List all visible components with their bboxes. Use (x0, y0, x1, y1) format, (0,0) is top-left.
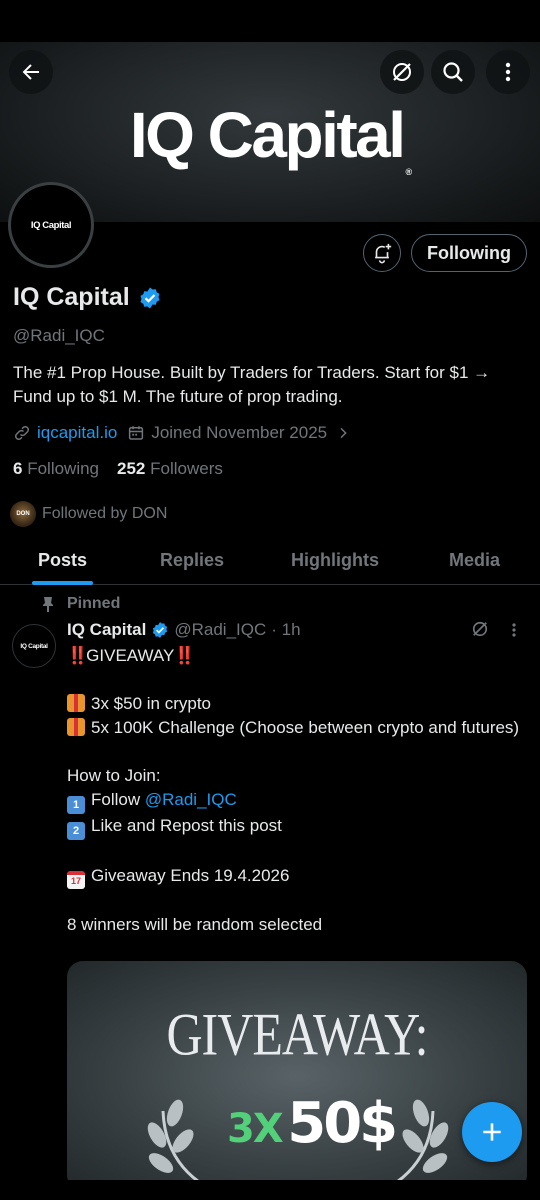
joined-date: Joined November 2025 (151, 423, 328, 442)
more-vertical-icon (512, 623, 516, 637)
search-icon (443, 62, 463, 82)
more-vertical-icon (505, 62, 511, 82)
profile-name: IQ Capital (13, 283, 130, 311)
post-header: IQ Capital @Radi_IQC · 1h (67, 620, 301, 640)
post-step-2: 2 Like and Repost this post (67, 814, 527, 840)
post-howto: How to Join: (67, 766, 161, 785)
media-amount: 3X 50$ (227, 1091, 398, 1156)
follow-counts: 6 Following 252 Followers (13, 459, 223, 479)
gift-icon (67, 718, 85, 736)
mention-link[interactable]: @Radi_IQC (145, 790, 237, 809)
grok-button[interactable] (380, 50, 424, 94)
post-author-avatar[interactable]: IQ Capital (12, 624, 56, 668)
search-button[interactable] (431, 50, 475, 94)
gift-icon (67, 694, 85, 712)
verified-badge-icon[interactable] (138, 286, 162, 310)
calendar-emoji-icon: 17 (67, 871, 85, 889)
active-tab-indicator (32, 581, 93, 585)
post-grok-button[interactable] (470, 619, 490, 644)
status-bar (0, 0, 540, 42)
tab-posts[interactable]: Posts (38, 550, 87, 571)
post-line-1: 3x $50 in crypto (67, 692, 527, 716)
more-options-button[interactable] (486, 50, 530, 94)
pin-icon (43, 597, 53, 612)
post-text: ‼️GIVEAWAY‼️ 3x $50 in crypto 5x 100K Ch… (67, 644, 527, 937)
notifications-button[interactable] (363, 234, 401, 272)
profile-meta: iqcapital.io Joined November 2025 (13, 423, 351, 443)
post-time[interactable]: · 1h (271, 620, 300, 640)
verified-badge-icon (153, 622, 168, 638)
post-step-1: 1 Follow @Radi_IQC (67, 788, 527, 814)
post-more-button[interactable] (506, 620, 522, 645)
compose-post-button[interactable] (462, 1102, 522, 1162)
followers-count-link[interactable]: 252 Followers (117, 459, 223, 479)
keycap-two-icon: 2 (67, 822, 85, 840)
profile-bio: The #1 Prop House. Built by Traders for … (13, 363, 491, 406)
tab-highlights[interactable]: Highlights (291, 550, 379, 571)
following-button[interactable]: Following (411, 234, 527, 272)
back-button[interactable] (9, 50, 53, 94)
tab-replies[interactable]: Replies (160, 550, 224, 571)
grok-icon (393, 63, 411, 81)
keycap-one-icon: 1 (67, 796, 85, 814)
calendar-icon (127, 424, 145, 442)
profile-name-row: IQ Capital (13, 283, 162, 312)
website-link[interactable]: iqcapital.io (37, 423, 117, 443)
post-ends: 17 Giveaway Ends 19.4.2026 (67, 864, 527, 889)
media-title: GIVEAWAY: (166, 1000, 428, 1068)
profile-tabs: Posts Replies Highlights Media (0, 538, 540, 585)
bell-plus-icon (375, 243, 392, 264)
post-headline: ‼️GIVEAWAY‼️ (67, 646, 196, 665)
system-nav-bar (0, 1180, 540, 1200)
grok-icon (472, 621, 488, 637)
post-line-2: 5x 100K Challenge (Choose between crypto… (67, 716, 527, 740)
banner-title: IQ Capital® (129, 99, 413, 177)
followed-by[interactable]: DON Followed by DON (10, 501, 167, 527)
laurel-left-icon (147, 1099, 206, 1188)
tab-media[interactable]: Media (449, 550, 500, 571)
post-author-name[interactable]: IQ Capital (67, 620, 146, 640)
pinned-label: Pinned (41, 595, 120, 613)
plus-icon (483, 1123, 501, 1141)
follower-avatar: DON (10, 501, 36, 527)
chevron-right-icon[interactable] (335, 425, 351, 441)
link-icon (13, 424, 31, 442)
profile-handle: @Radi_IQC (13, 326, 105, 345)
post-winners: 8 winners will be random selected (67, 915, 323, 934)
arrow-left-icon (22, 64, 39, 80)
profile-avatar[interactable]: IQ Capital (8, 182, 94, 268)
post-author-handle[interactable]: @Radi_IQC (174, 620, 266, 640)
following-count-link[interactable]: 6 Following (13, 459, 99, 479)
followed-by-text: Followed by DON (42, 505, 168, 522)
post-media-image[interactable]: GIVEAWAY: 3X 50$ (67, 961, 527, 1191)
